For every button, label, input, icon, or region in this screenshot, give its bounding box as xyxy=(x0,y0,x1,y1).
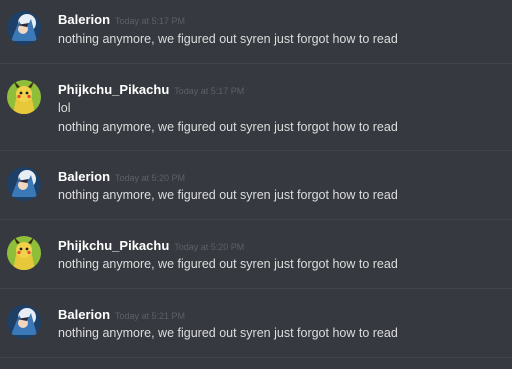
chat-message: Phijkchu_Pikachu Today at 5:20 PM nothing… xyxy=(0,220,512,285)
message-text: lol xyxy=(58,101,71,115)
avatar[interactable] xyxy=(7,236,41,270)
avatar[interactable] xyxy=(7,11,41,45)
chat-message: Balerion Today at 5:21 PM nothing anymore… xyxy=(0,289,512,367)
message-timestamp: Today at 5:17 PM xyxy=(174,86,245,96)
message-timestamp: Today at 5:21 PM xyxy=(115,311,186,321)
chat-message: Phijkchu_Pikachu Today at 5:17 PM lol not… xyxy=(0,64,512,148)
message-timestamp: Today at 5:17 PM xyxy=(115,16,186,26)
message-author[interactable]: Balerion xyxy=(58,169,110,184)
anime-character-avatar-icon xyxy=(7,11,41,45)
message-author[interactable]: Balerion xyxy=(58,307,110,322)
anime-character-avatar-icon xyxy=(7,305,41,339)
message-text: nothing anymore, we figured out syren ju… xyxy=(58,257,398,271)
pikachu-avatar-icon xyxy=(7,80,41,114)
chat-message: Balerion Today at 5:17 PM nothing anymore… xyxy=(0,0,512,62)
avatar[interactable] xyxy=(7,305,41,339)
message-author[interactable]: Phijkchu_Pikachu xyxy=(58,238,169,253)
message-divider xyxy=(0,357,512,358)
message-timestamp: Today at 5:20 PM xyxy=(174,242,245,252)
chat-message-list: Balerion Today at 5:17 PM nothing anymore… xyxy=(0,0,512,369)
message-text: nothing anymore, we figured out syren ju… xyxy=(58,326,398,340)
message-author[interactable]: Phijkchu_Pikachu xyxy=(58,82,169,97)
message-author[interactable]: Balerion xyxy=(58,12,110,27)
message-text: nothing anymore, we figured out syren ju… xyxy=(58,188,398,202)
anime-character-avatar-icon xyxy=(7,167,41,201)
message-text: nothing anymore, we figured out syren ju… xyxy=(58,32,398,46)
avatar[interactable] xyxy=(7,80,41,114)
message-timestamp: Today at 5:20 PM xyxy=(115,173,186,183)
pikachu-avatar-icon xyxy=(7,236,41,270)
message-text: nothing anymore, we figured out syren ju… xyxy=(58,120,398,134)
chat-message: Balerion Today at 5:20 PM nothing anymore… xyxy=(0,151,512,216)
avatar[interactable] xyxy=(7,167,41,201)
